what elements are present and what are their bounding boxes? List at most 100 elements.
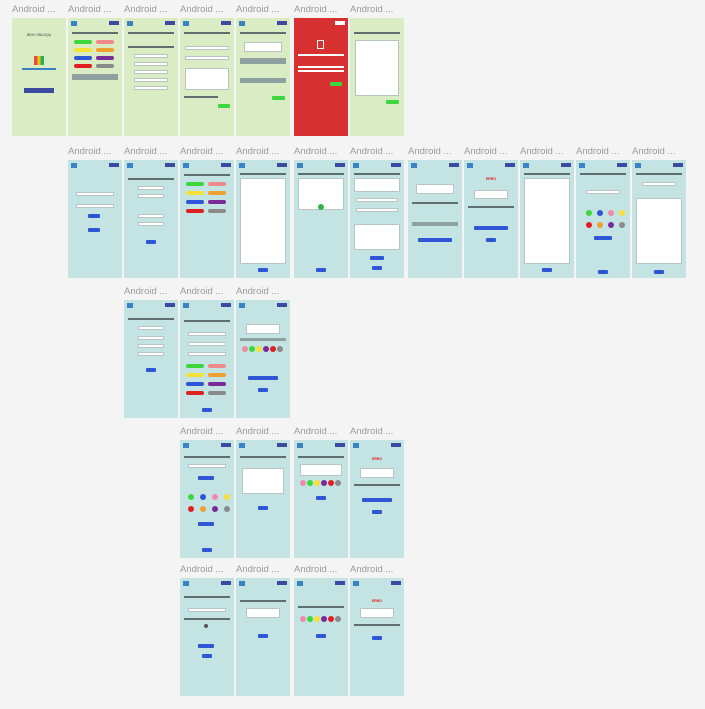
new-schedule-button[interactable] (418, 238, 452, 242)
menu-option[interactable] (138, 186, 164, 190)
frame-area-error[interactable]: Android ... ERRO (350, 426, 404, 558)
color-option[interactable] (307, 480, 313, 486)
frame-query-result[interactable]: Android ... (632, 146, 686, 278)
back-button[interactable] (486, 238, 496, 242)
frame-color-error[interactable]: Android ... ERRO (350, 564, 404, 696)
back-button[interactable] (654, 270, 664, 274)
frame-register-color[interactable]: Android ... (180, 564, 234, 696)
frame-menu[interactable]: Android ... (124, 4, 178, 136)
color-option[interactable] (270, 346, 276, 352)
color-option[interactable] (307, 616, 313, 622)
color-option[interactable] (586, 222, 592, 228)
ok-button[interactable] (272, 96, 285, 100)
back-button[interactable] (316, 634, 326, 638)
frame-schedule-success[interactable]: Android ... (408, 146, 462, 278)
frame-error-red[interactable]: Android ... (294, 4, 348, 136)
frame-terms[interactable]: Android ... (350, 4, 404, 136)
back-button[interactable] (202, 548, 212, 552)
color-option[interactable] (224, 506, 230, 512)
color-option[interactable] (277, 346, 283, 352)
frame-select-area[interactable]: Android ... (294, 426, 348, 558)
frame-area-selection[interactable]: Android ... (68, 4, 122, 136)
area-option-orange[interactable] (208, 373, 226, 377)
area-option-purple[interactable] (208, 382, 226, 386)
frame-area-register[interactable]: Android ... (180, 286, 234, 418)
area-option-blue[interactable] (186, 382, 204, 386)
area-option-yellow[interactable] (186, 191, 204, 195)
color-option[interactable] (300, 480, 306, 486)
area-option-red[interactable] (74, 64, 92, 68)
menu-option[interactable] (138, 344, 164, 348)
form-field[interactable] (356, 198, 398, 202)
color-option[interactable] (321, 480, 327, 486)
area-option-blue[interactable] (74, 56, 92, 60)
menu-option[interactable] (134, 54, 168, 58)
login-field[interactable] (76, 192, 114, 196)
menu-option[interactable] (138, 326, 164, 330)
back-button[interactable] (258, 634, 268, 638)
menu-option[interactable] (138, 194, 164, 198)
frame-schedule-form[interactable]: Android ... (350, 146, 404, 278)
color-option[interactable] (224, 494, 230, 500)
back-button[interactable] (88, 228, 100, 232)
back-button[interactable] (372, 266, 382, 270)
color-name-field[interactable] (188, 608, 226, 612)
frame-color-success[interactable]: Android ... (236, 564, 290, 696)
back-button[interactable] (372, 510, 382, 514)
password-field[interactable] (76, 204, 114, 208)
back-button[interactable] (258, 506, 268, 510)
back-button[interactable] (146, 368, 156, 372)
area-option-red[interactable] (186, 391, 204, 395)
frame-color-list[interactable]: Android ... (294, 564, 348, 696)
menu-option[interactable] (134, 86, 168, 90)
back-button[interactable] (258, 268, 268, 272)
date-field[interactable] (642, 182, 676, 186)
form-field[interactable] (185, 46, 229, 50)
back-button[interactable] (542, 268, 552, 272)
area-option-green[interactable] (186, 364, 204, 368)
color-option[interactable] (200, 494, 206, 500)
frame-form[interactable]: Android ... (180, 4, 234, 136)
frame-areas-list[interactable]: Android ... (236, 426, 290, 558)
area-option-red[interactable] (186, 209, 204, 213)
message-textarea[interactable] (185, 68, 229, 90)
frame-error-teal[interactable]: Android ... ERRO (464, 146, 518, 278)
search-button[interactable] (594, 236, 612, 240)
area-option-pink[interactable] (96, 40, 114, 44)
back-button[interactable] (316, 268, 326, 272)
new-area-button[interactable] (248, 376, 278, 380)
area-option-purple[interactable] (96, 56, 114, 60)
new-schedule-button[interactable] (474, 226, 508, 230)
color-option[interactable] (328, 480, 334, 486)
color-option[interactable] (314, 616, 320, 622)
menu-option[interactable] (138, 214, 164, 218)
menu-option[interactable] (134, 78, 168, 82)
frame-schedule-detail[interactable]: Android ... (294, 146, 348, 278)
back-button[interactable] (146, 240, 156, 244)
color-option[interactable] (249, 346, 255, 352)
consent-checkbox[interactable] (184, 96, 218, 98)
search-button[interactable] (198, 476, 214, 480)
color-option[interactable] (188, 494, 194, 500)
area-option-orange[interactable] (208, 191, 226, 195)
retry-button[interactable] (330, 82, 342, 86)
enter-button[interactable] (88, 214, 100, 218)
frame-area-success[interactable]: Android ... (236, 286, 290, 418)
date-field[interactable] (586, 190, 620, 194)
color-option[interactable] (212, 494, 218, 500)
save-button[interactable] (316, 496, 326, 500)
color-option[interactable] (188, 506, 194, 512)
area-option-yellow[interactable] (186, 373, 204, 377)
frame-schedule-list-2[interactable]: Android ... (520, 146, 574, 278)
area-option-gray[interactable] (208, 209, 226, 213)
color-option[interactable] (597, 222, 603, 228)
area-option-gray[interactable] (208, 391, 226, 395)
save-button[interactable] (370, 256, 384, 260)
color-option[interactable] (256, 346, 262, 352)
color-option[interactable] (619, 222, 625, 228)
color-option[interactable] (335, 616, 341, 622)
notes-textarea[interactable] (354, 224, 400, 250)
color-option[interactable] (608, 210, 614, 216)
frame-area-list[interactable]: Android ... (180, 146, 234, 278)
area-option-pink[interactable] (208, 364, 226, 368)
